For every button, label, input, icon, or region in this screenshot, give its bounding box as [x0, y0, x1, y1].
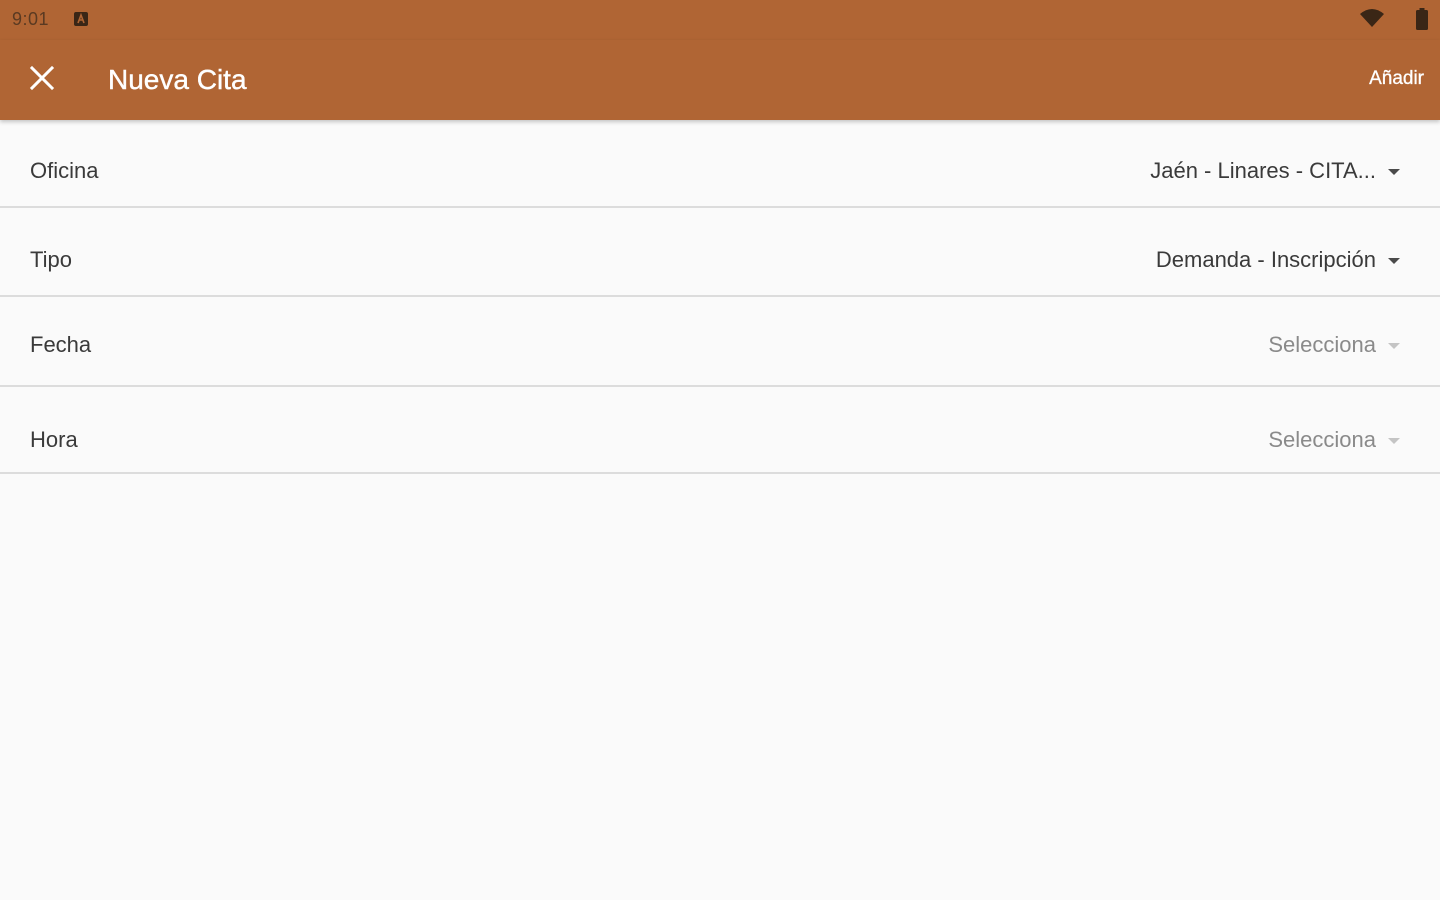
date-value: Selecciona — [1268, 332, 1376, 357]
office-dropdown[interactable]: Jaén - Linares - CITA... — [1150, 158, 1400, 184]
a-badge-icon — [73, 11, 89, 27]
page-title: Nueva Cita — [108, 64, 247, 95]
battery-icon — [1416, 8, 1428, 30]
appointment-form: Oficina Jaén - Linares - CITA... Tipo De… — [0, 121, 1440, 474]
time-dropdown[interactable]: Selecciona — [1268, 427, 1400, 453]
date-row[interactable]: Fecha Selecciona — [0, 297, 1440, 387]
date-dropdown[interactable]: Selecciona — [1268, 332, 1400, 358]
type-dropdown[interactable]: Demanda - Inscripción — [1156, 247, 1400, 273]
caret-down-icon — [1388, 438, 1400, 444]
caret-down-icon — [1388, 258, 1400, 264]
status-time: 9:01 — [12, 9, 50, 29]
office-row[interactable]: Oficina Jaén - Linares - CITA... — [0, 121, 1440, 208]
add-button[interactable]: Añadir — [1369, 66, 1424, 92]
status-bar: 9:01 — [0, 0, 1440, 40]
caret-down-icon — [1388, 169, 1400, 175]
caret-down-icon — [1388, 343, 1400, 349]
type-value: Demanda - Inscripción — [1155, 247, 1376, 272]
date-label: Fecha — [30, 332, 92, 357]
app-bar: Nueva Cita Añadir — [0, 40, 1440, 120]
office-label: Oficina — [30, 158, 99, 183]
close-button[interactable] — [18, 56, 66, 104]
type-label: Tipo — [30, 247, 72, 272]
time-row[interactable]: Hora Selecciona — [0, 387, 1440, 474]
office-value: Jaén - Linares - CITA... — [1150, 158, 1376, 183]
type-row[interactable]: Tipo Demanda - Inscripción — [0, 208, 1440, 297]
time-value: Selecciona — [1268, 427, 1376, 452]
time-label: Hora — [30, 427, 78, 452]
close-icon — [29, 65, 55, 96]
wifi-icon — [1360, 8, 1384, 28]
